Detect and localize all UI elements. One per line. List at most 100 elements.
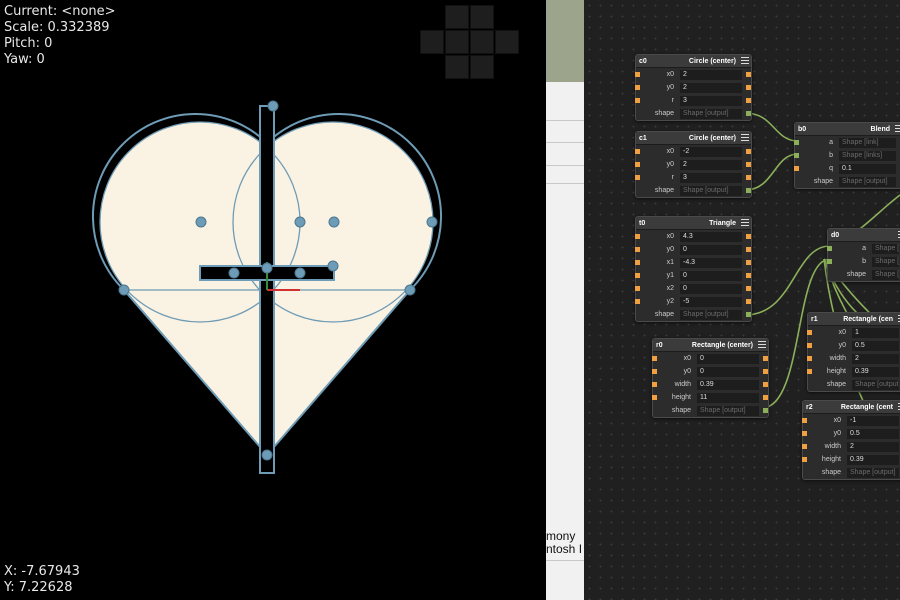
param-value-field[interactable]: 3 xyxy=(680,95,742,106)
heart-shape-canvas[interactable] xyxy=(0,0,546,600)
input-port[interactable] xyxy=(807,356,812,361)
output-port[interactable] xyxy=(746,98,751,103)
param-value-field[interactable]: 4.3 xyxy=(680,231,742,242)
input-port[interactable] xyxy=(635,98,640,103)
param-value-field[interactable]: -4.3 xyxy=(680,257,742,268)
input-port[interactable] xyxy=(802,444,807,449)
input-port[interactable] xyxy=(807,330,812,335)
control-handle[interactable] xyxy=(261,262,273,274)
node-menu-icon[interactable] xyxy=(741,134,749,141)
input-port[interactable] xyxy=(635,286,640,291)
input-port[interactable] xyxy=(635,85,640,90)
node-c0[interactable]: c0 Circle (center) x0 2 y0 2 r 3 shape Shape [out… xyxy=(635,54,752,121)
output-port[interactable] xyxy=(746,149,751,154)
node-c1[interactable]: c1 Circle (center) x0 -2 y0 2 r 3 shape Shape [ou… xyxy=(635,131,752,198)
node-menu-icon[interactable] xyxy=(741,219,749,226)
control-handle[interactable] xyxy=(426,216,438,228)
param-value-field[interactable]: -1 xyxy=(847,415,899,426)
output-port[interactable] xyxy=(746,72,751,77)
output-port[interactable] xyxy=(746,111,751,116)
input-port[interactable] xyxy=(802,431,807,436)
input-port[interactable] xyxy=(827,246,832,251)
output-port[interactable] xyxy=(763,369,768,374)
node-header[interactable]: c0 Circle (center) xyxy=(636,55,751,68)
param-value-field[interactable]: 2 xyxy=(680,159,742,170)
control-handle[interactable] xyxy=(267,100,279,112)
param-value-field[interactable]: 11 xyxy=(697,392,759,403)
control-handle[interactable] xyxy=(195,216,207,228)
input-port[interactable] xyxy=(802,457,807,462)
output-port[interactable] xyxy=(746,162,751,167)
param-value-field[interactable]: 0.1 xyxy=(839,163,896,174)
input-port[interactable] xyxy=(635,175,640,180)
node-t0[interactable]: t0 Triangle x0 4.3 y0 0 x1 -4.3 y1 0 x2 0 y2 -5 shape S… xyxy=(635,216,752,322)
input-port[interactable] xyxy=(635,162,640,167)
input-port[interactable] xyxy=(794,153,799,158)
control-handle[interactable] xyxy=(328,216,340,228)
param-value-field[interactable]: 0.39 xyxy=(847,454,899,465)
output-port[interactable] xyxy=(746,273,751,278)
output-port[interactable] xyxy=(746,286,751,291)
input-port[interactable] xyxy=(652,395,657,400)
output-port[interactable] xyxy=(746,247,751,252)
output-port[interactable] xyxy=(763,408,768,413)
output-port[interactable] xyxy=(746,299,751,304)
input-port[interactable] xyxy=(827,259,832,264)
node-menu-icon[interactable] xyxy=(895,125,900,132)
node-header[interactable]: r2 Rectangle (cent xyxy=(803,401,900,414)
input-port[interactable] xyxy=(635,247,640,252)
input-port[interactable] xyxy=(635,72,640,77)
input-port[interactable] xyxy=(635,234,640,239)
node-header[interactable]: r0 Rectangle (center) xyxy=(653,339,768,352)
output-port[interactable] xyxy=(746,85,751,90)
node-header[interactable]: r1 Rectangle (cen xyxy=(808,313,900,326)
param-value-field[interactable]: 0 xyxy=(680,270,742,281)
param-value-field[interactable]: -2 xyxy=(680,146,742,157)
node-d0[interactable]: d0 a Shape [link] b Shape [links] shape Shape … xyxy=(827,228,900,282)
node-header[interactable]: b0 Blend xyxy=(795,123,900,136)
param-value-field[interactable]: -5 xyxy=(680,296,742,307)
input-port[interactable] xyxy=(802,418,807,423)
output-port[interactable] xyxy=(763,382,768,387)
input-port[interactable] xyxy=(652,356,657,361)
param-value-field[interactable]: 0.5 xyxy=(852,340,899,351)
output-port[interactable] xyxy=(746,312,751,317)
output-port[interactable] xyxy=(746,260,751,265)
param-value-field[interactable]: 0.39 xyxy=(697,379,759,390)
node-r2[interactable]: r2 Rectangle (cent x0 -1 y0 0.5 width 2 height 0.… xyxy=(802,400,900,480)
param-value-field[interactable]: 0 xyxy=(680,283,742,294)
param-value-field[interactable]: 0 xyxy=(680,244,742,255)
node-header[interactable]: t0 Triangle xyxy=(636,217,751,230)
param-value-field[interactable]: 2 xyxy=(847,441,899,452)
output-port[interactable] xyxy=(763,356,768,361)
param-value-field[interactable]: 3 xyxy=(680,172,742,183)
param-value-field[interactable]: 0 xyxy=(697,353,759,364)
node-menu-icon[interactable] xyxy=(758,341,766,348)
param-value-field[interactable]: 0.5 xyxy=(847,428,899,439)
control-handle[interactable] xyxy=(294,267,306,279)
input-port[interactable] xyxy=(635,260,640,265)
input-port[interactable] xyxy=(794,140,799,145)
control-handle[interactable] xyxy=(294,216,306,228)
param-value-field[interactable]: 2 xyxy=(680,69,742,80)
input-port[interactable] xyxy=(635,149,640,154)
control-handle[interactable] xyxy=(327,260,339,272)
node-b0[interactable]: b0 Blend a Shape [link] b Shape [links] q 0.1 sh… xyxy=(794,122,900,189)
input-port[interactable] xyxy=(807,369,812,374)
param-value-field[interactable]: 2 xyxy=(852,353,899,364)
output-port[interactable] xyxy=(746,234,751,239)
input-port[interactable] xyxy=(807,343,812,348)
node-r1[interactable]: r1 Rectangle (cen x0 1 y0 0.5 width 2 height 0.39… xyxy=(807,312,900,392)
node-header[interactable]: d0 xyxy=(828,229,900,242)
param-value-field[interactable]: 0.39 xyxy=(852,366,899,377)
input-port[interactable] xyxy=(652,369,657,374)
node-graph-canvas[interactable]: c0 Circle (center) x0 2 y0 2 r 3 shape Shape [out… xyxy=(584,0,900,600)
input-port[interactable] xyxy=(635,299,640,304)
output-port[interactable] xyxy=(763,395,768,400)
param-value-field[interactable]: 2 xyxy=(680,82,742,93)
node-header[interactable]: c1 Circle (center) xyxy=(636,132,751,145)
control-handle[interactable] xyxy=(118,284,130,296)
control-handle[interactable] xyxy=(261,449,273,461)
node-menu-icon[interactable] xyxy=(741,57,749,64)
output-port[interactable] xyxy=(746,188,751,193)
